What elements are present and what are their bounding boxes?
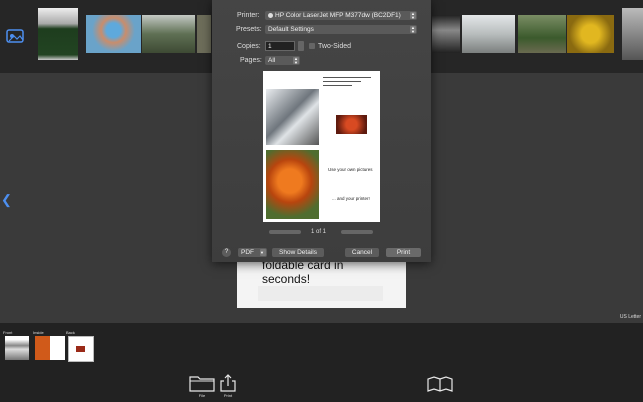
book-icon — [427, 376, 453, 392]
photo-yellow-flowers[interactable] — [567, 15, 614, 53]
chevron-updown-icon: ▲ ▼ — [410, 25, 416, 34]
help-button[interactable]: ? — [222, 248, 231, 257]
chevron-updown-icon: ▲ ▼ — [293, 56, 299, 65]
photo-road[interactable] — [142, 15, 195, 53]
card-text: foldable card in seconds! — [262, 258, 344, 286]
chevron-down-icon: ▼ — [260, 249, 266, 256]
book-button[interactable] — [427, 376, 453, 392]
page-thumb-inside[interactable]: Inside — [33, 330, 66, 362]
preview-photo-snow-tree — [266, 89, 319, 145]
photo-tree-partial[interactable] — [197, 15, 211, 53]
photo-christmas-tree[interactable] — [38, 8, 78, 60]
page-thumb-image — [5, 336, 29, 360]
preview-photo-small-flower — [336, 115, 367, 134]
pages-select[interactable]: All ▲ ▼ — [265, 56, 300, 65]
page-thumb-image — [68, 336, 94, 362]
share-print-button[interactable]: Print — [220, 374, 236, 398]
copies-stepper[interactable] — [298, 41, 304, 51]
pdf-label: PDF — [241, 249, 254, 256]
preview-caption-2: ... and your printer! — [332, 196, 370, 201]
preview-photo-orange-flowers — [266, 150, 319, 219]
printer-select[interactable]: HP Color LaserJet MFP M377dw (BC2DF1) ▲ ▼ — [265, 11, 417, 20]
photo-snow-landscape[interactable] — [462, 15, 515, 53]
chevron-left-icon[interactable]: ❮ — [1, 192, 12, 208]
presets-label: Presets: — [236, 26, 262, 33]
page-indicator: 1 of 1 — [311, 229, 327, 235]
page-thumb-label: Back — [66, 330, 75, 335]
preview-upside-text — [323, 77, 371, 91]
cancel-button[interactable]: Cancel — [345, 248, 379, 257]
photos-app-icon[interactable] — [4, 27, 26, 45]
pages-label: Pages: — [240, 57, 262, 64]
photo-partial-right[interactable] — [622, 8, 643, 60]
paper-size-label: US Letter — [619, 314, 641, 320]
page-thumb-label: Inside — [33, 330, 44, 335]
file-button[interactable]: File — [189, 374, 215, 398]
photo-garden[interactable] — [518, 15, 566, 53]
next-page-button[interactable] — [341, 230, 373, 234]
printer-label: Printer: — [237, 12, 260, 19]
preview-caption-1: Use your own pictures — [328, 167, 373, 172]
copies-label: Copies: — [237, 43, 261, 50]
photo-heart-hands[interactable] — [86, 15, 141, 53]
printer-value: HP Color LaserJet MFP M377dw (BC2DF1) — [275, 12, 401, 19]
print-button[interactable]: Print — [386, 248, 421, 257]
show-details-button[interactable]: Show Details — [272, 248, 324, 257]
previous-page-button[interactable] — [269, 230, 301, 234]
page-thumb-label: Front — [3, 330, 13, 335]
copies-input[interactable]: 1 — [265, 41, 295, 51]
two-sided-checkbox[interactable] — [309, 43, 315, 49]
photo-film[interactable] — [432, 15, 460, 53]
presets-value: Default Settings — [268, 26, 314, 33]
chevron-updown-icon: ▲ ▼ — [410, 11, 416, 20]
bottom-bar — [0, 323, 643, 402]
printer-status-icon — [268, 12, 273, 18]
presets-select[interactable]: Default Settings ▲ ▼ — [265, 25, 417, 34]
two-sided-label: Two-Sided — [318, 43, 352, 50]
page-thumb-back[interactable]: Back — [66, 330, 96, 362]
print-label: Print — [223, 393, 233, 398]
folder-icon — [189, 376, 215, 392]
file-label: File — [198, 393, 206, 398]
page-thumb-front[interactable]: Front — [3, 330, 33, 362]
card-image-placeholder — [258, 286, 383, 301]
pdf-menu-button[interactable]: PDF ▼ — [238, 248, 267, 257]
page-thumb-image — [35, 336, 65, 360]
pages-value: All — [268, 57, 276, 64]
print-preview: Use your own pictures ... and your print… — [263, 71, 380, 222]
share-icon — [220, 374, 236, 392]
